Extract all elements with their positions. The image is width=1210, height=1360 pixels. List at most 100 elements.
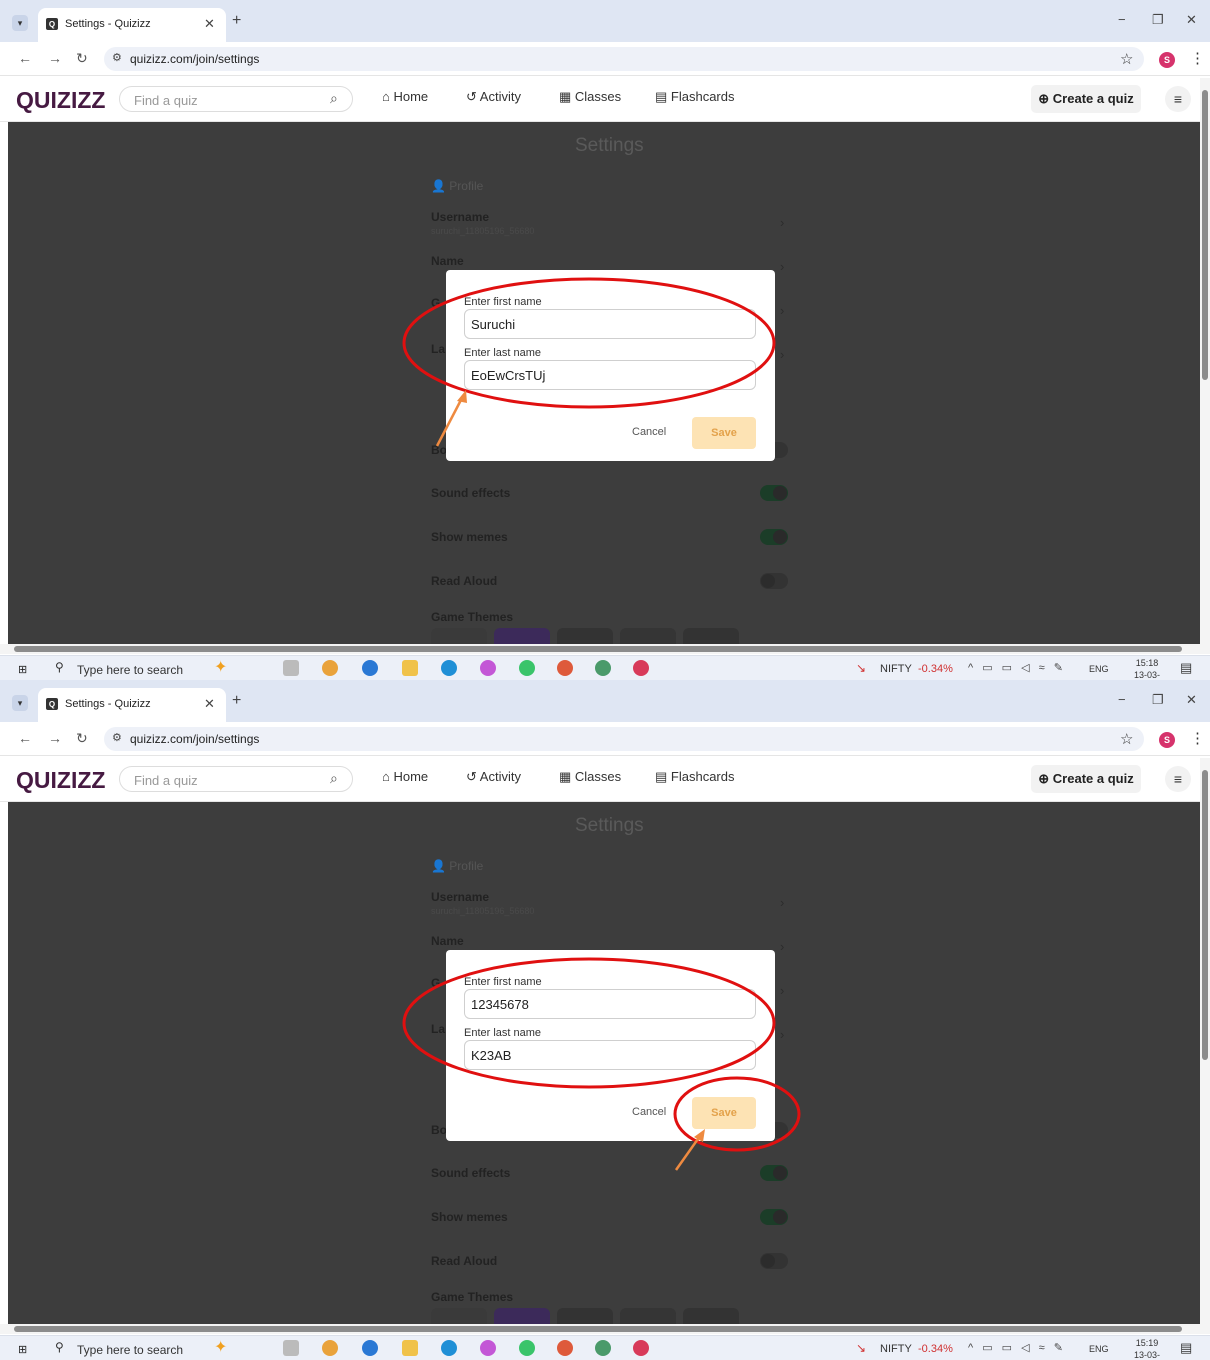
horizontal-scrollbar[interactable] xyxy=(0,644,1210,654)
first-name-input[interactable]: Suruchi xyxy=(464,309,756,339)
last-name-input[interactable]: EoEwCrsTUj xyxy=(464,360,756,390)
setting-chevron-icon[interactable]: › xyxy=(780,347,784,362)
outlook-icon[interactable] xyxy=(362,660,378,676)
copilot-sparkle-icon[interactable]: ✦ xyxy=(214,1337,227,1357)
stock-ticker[interactable]: NIFTY xyxy=(880,663,912,675)
vertical-scrollbar[interactable] xyxy=(1200,78,1210,644)
bookmark-star-icon[interactable]: ☆ xyxy=(1120,730,1133,748)
windows-start-icon[interactable]: ⊞ xyxy=(18,663,27,676)
new-tab-icon[interactable]: + xyxy=(232,692,241,710)
edge-icon[interactable] xyxy=(441,1340,457,1356)
scroll-thumb[interactable] xyxy=(14,1326,1182,1332)
hamburger-menu-icon[interactable]: ≡ xyxy=(1165,766,1191,792)
browser-tab[interactable]: Q Settings - Quizizz ✕ xyxy=(38,8,226,42)
browser-menu-icon[interactable]: ⋮ xyxy=(1190,49,1205,67)
copilot-icon[interactable] xyxy=(480,1340,496,1356)
close-tab-icon[interactable]: ✕ xyxy=(204,16,215,32)
game-theme-thumb[interactable] xyxy=(494,628,550,644)
url-field[interactable]: ⚙ quizizz.com/join/settings xyxy=(104,727,1144,751)
setting-chevron-icon[interactable]: › xyxy=(780,303,784,318)
tab-list-icon[interactable]: ▾ xyxy=(12,15,28,31)
nav-flashcards[interactable]: ▤ Flashcards xyxy=(655,769,734,785)
file-explorer-icon[interactable] xyxy=(402,660,418,676)
notification-icon[interactable]: ▤ xyxy=(1180,1340,1192,1356)
chrome-profile-icon[interactable] xyxy=(557,1340,573,1356)
nav-activity[interactable]: ↺ Activity xyxy=(466,769,521,785)
sound-effects-toggle[interactable] xyxy=(760,1165,788,1181)
scroll-thumb[interactable] xyxy=(1202,770,1208,1060)
whatsapp-icon[interactable] xyxy=(519,660,535,676)
quizizz-logo[interactable]: QUIZIZZ xyxy=(16,767,105,794)
scroll-thumb[interactable] xyxy=(1202,90,1208,380)
forward-icon[interactable]: → xyxy=(48,50,62,66)
restore-icon[interactable]: ❐ xyxy=(1152,12,1164,28)
forward-icon[interactable]: → xyxy=(48,730,62,746)
search-icon[interactable]: ⌕ xyxy=(330,90,338,107)
back-icon[interactable]: ← xyxy=(18,50,32,66)
save-button[interactable]: Save xyxy=(692,417,756,449)
copilot-icon[interactable] xyxy=(480,660,496,676)
horizontal-scrollbar[interactable] xyxy=(0,1324,1210,1334)
vertical-scrollbar[interactable] xyxy=(1200,758,1210,1324)
quizizz-logo[interactable]: QUIZIZZ xyxy=(16,87,105,114)
task-view-icon[interactable] xyxy=(283,1340,299,1356)
read-aloud-toggle[interactable] xyxy=(760,1253,788,1269)
url-field[interactable]: ⚙ quizizz.com/join/settings xyxy=(104,47,1144,71)
game-theme-thumb[interactable] xyxy=(620,628,676,644)
chrome-profile-icon[interactable] xyxy=(595,1340,611,1356)
nav-classes[interactable]: ▦ Classes xyxy=(559,89,621,105)
bookmark-star-icon[interactable]: ☆ xyxy=(1120,50,1133,68)
save-button[interactable]: Save xyxy=(692,1097,756,1129)
tab-list-icon[interactable]: ▾ xyxy=(12,695,28,711)
close-tab-icon[interactable]: ✕ xyxy=(204,696,215,712)
language-indicator[interactable]: ENG xyxy=(1089,664,1109,674)
back-icon[interactable]: ← xyxy=(18,730,32,746)
nav-classes[interactable]: ▦ Classes xyxy=(559,769,621,785)
stock-ticker[interactable]: NIFTY xyxy=(880,1343,912,1355)
scroll-thumb[interactable] xyxy=(14,646,1182,652)
chrome-profile-icon[interactable] xyxy=(633,1340,649,1356)
game-theme-thumb[interactable] xyxy=(557,628,613,644)
file-explorer-icon[interactable] xyxy=(402,1340,418,1356)
nav-home[interactable]: ⌂ Home xyxy=(382,89,428,104)
copilot-sparkle-icon[interactable]: ✦ xyxy=(214,657,227,677)
name-chevron-icon[interactable]: › xyxy=(780,939,784,954)
language-indicator[interactable]: ENG xyxy=(1089,1344,1109,1354)
nav-home[interactable]: ⌂ Home xyxy=(382,769,428,784)
notification-icon[interactable]: ▤ xyxy=(1180,660,1192,676)
browser-tab[interactable]: Q Settings - Quizizz ✕ xyxy=(38,688,226,722)
whatsapp-icon[interactable] xyxy=(519,1340,535,1356)
site-info-icon[interactable]: ⚙ xyxy=(112,731,122,744)
close-window-icon[interactable]: ✕ xyxy=(1186,12,1197,28)
system-tray-icons[interactable]: ^ ▭ ▭ ◁ ≈ ✎ xyxy=(968,661,1066,674)
show-memes-toggle[interactable] xyxy=(760,1209,788,1225)
game-theme-thumb[interactable] xyxy=(683,628,739,644)
game-theme-thumb[interactable] xyxy=(431,628,487,644)
chrome-profile-icon[interactable] xyxy=(557,660,573,676)
game-theme-thumb[interactable] xyxy=(683,1308,739,1324)
profile-avatar[interactable]: S xyxy=(1159,732,1175,748)
game-theme-thumb[interactable] xyxy=(557,1308,613,1324)
search-input[interactable]: Find a quiz ⌕ xyxy=(119,86,353,112)
create-quiz-button[interactable]: ⊕ Create a quiz xyxy=(1031,85,1141,113)
create-quiz-button[interactable]: ⊕ Create a quiz xyxy=(1031,765,1141,793)
clock[interactable]: 15:19 13-03-2025 xyxy=(1127,1337,1167,1360)
browser-menu-icon[interactable]: ⋮ xyxy=(1190,729,1205,747)
hamburger-menu-icon[interactable]: ≡ xyxy=(1165,86,1191,112)
game-theme-thumb[interactable] xyxy=(431,1308,487,1324)
first-name-input[interactable]: 12345678 xyxy=(464,989,756,1019)
nav-flashcards[interactable]: ▤ Flashcards xyxy=(655,89,734,105)
minimize-icon[interactable]: − xyxy=(1118,12,1126,27)
taskbar-search[interactable]: ⚲ Type here to search xyxy=(47,1339,207,1358)
edge-icon[interactable] xyxy=(441,660,457,676)
search-input[interactable]: Find a quiz ⌕ xyxy=(119,766,353,792)
username-chevron-icon[interactable]: › xyxy=(780,895,784,910)
clock[interactable]: 15:18 13-03-2025 xyxy=(1127,657,1167,680)
game-theme-thumb[interactable] xyxy=(494,1308,550,1324)
outlook-icon[interactable] xyxy=(362,1340,378,1356)
chrome-profile-icon[interactable] xyxy=(595,660,611,676)
chrome-icon[interactable] xyxy=(322,660,338,676)
profile-avatar[interactable]: S xyxy=(1159,52,1175,68)
restore-icon[interactable]: ❐ xyxy=(1152,692,1164,708)
task-view-icon[interactable] xyxy=(283,660,299,676)
